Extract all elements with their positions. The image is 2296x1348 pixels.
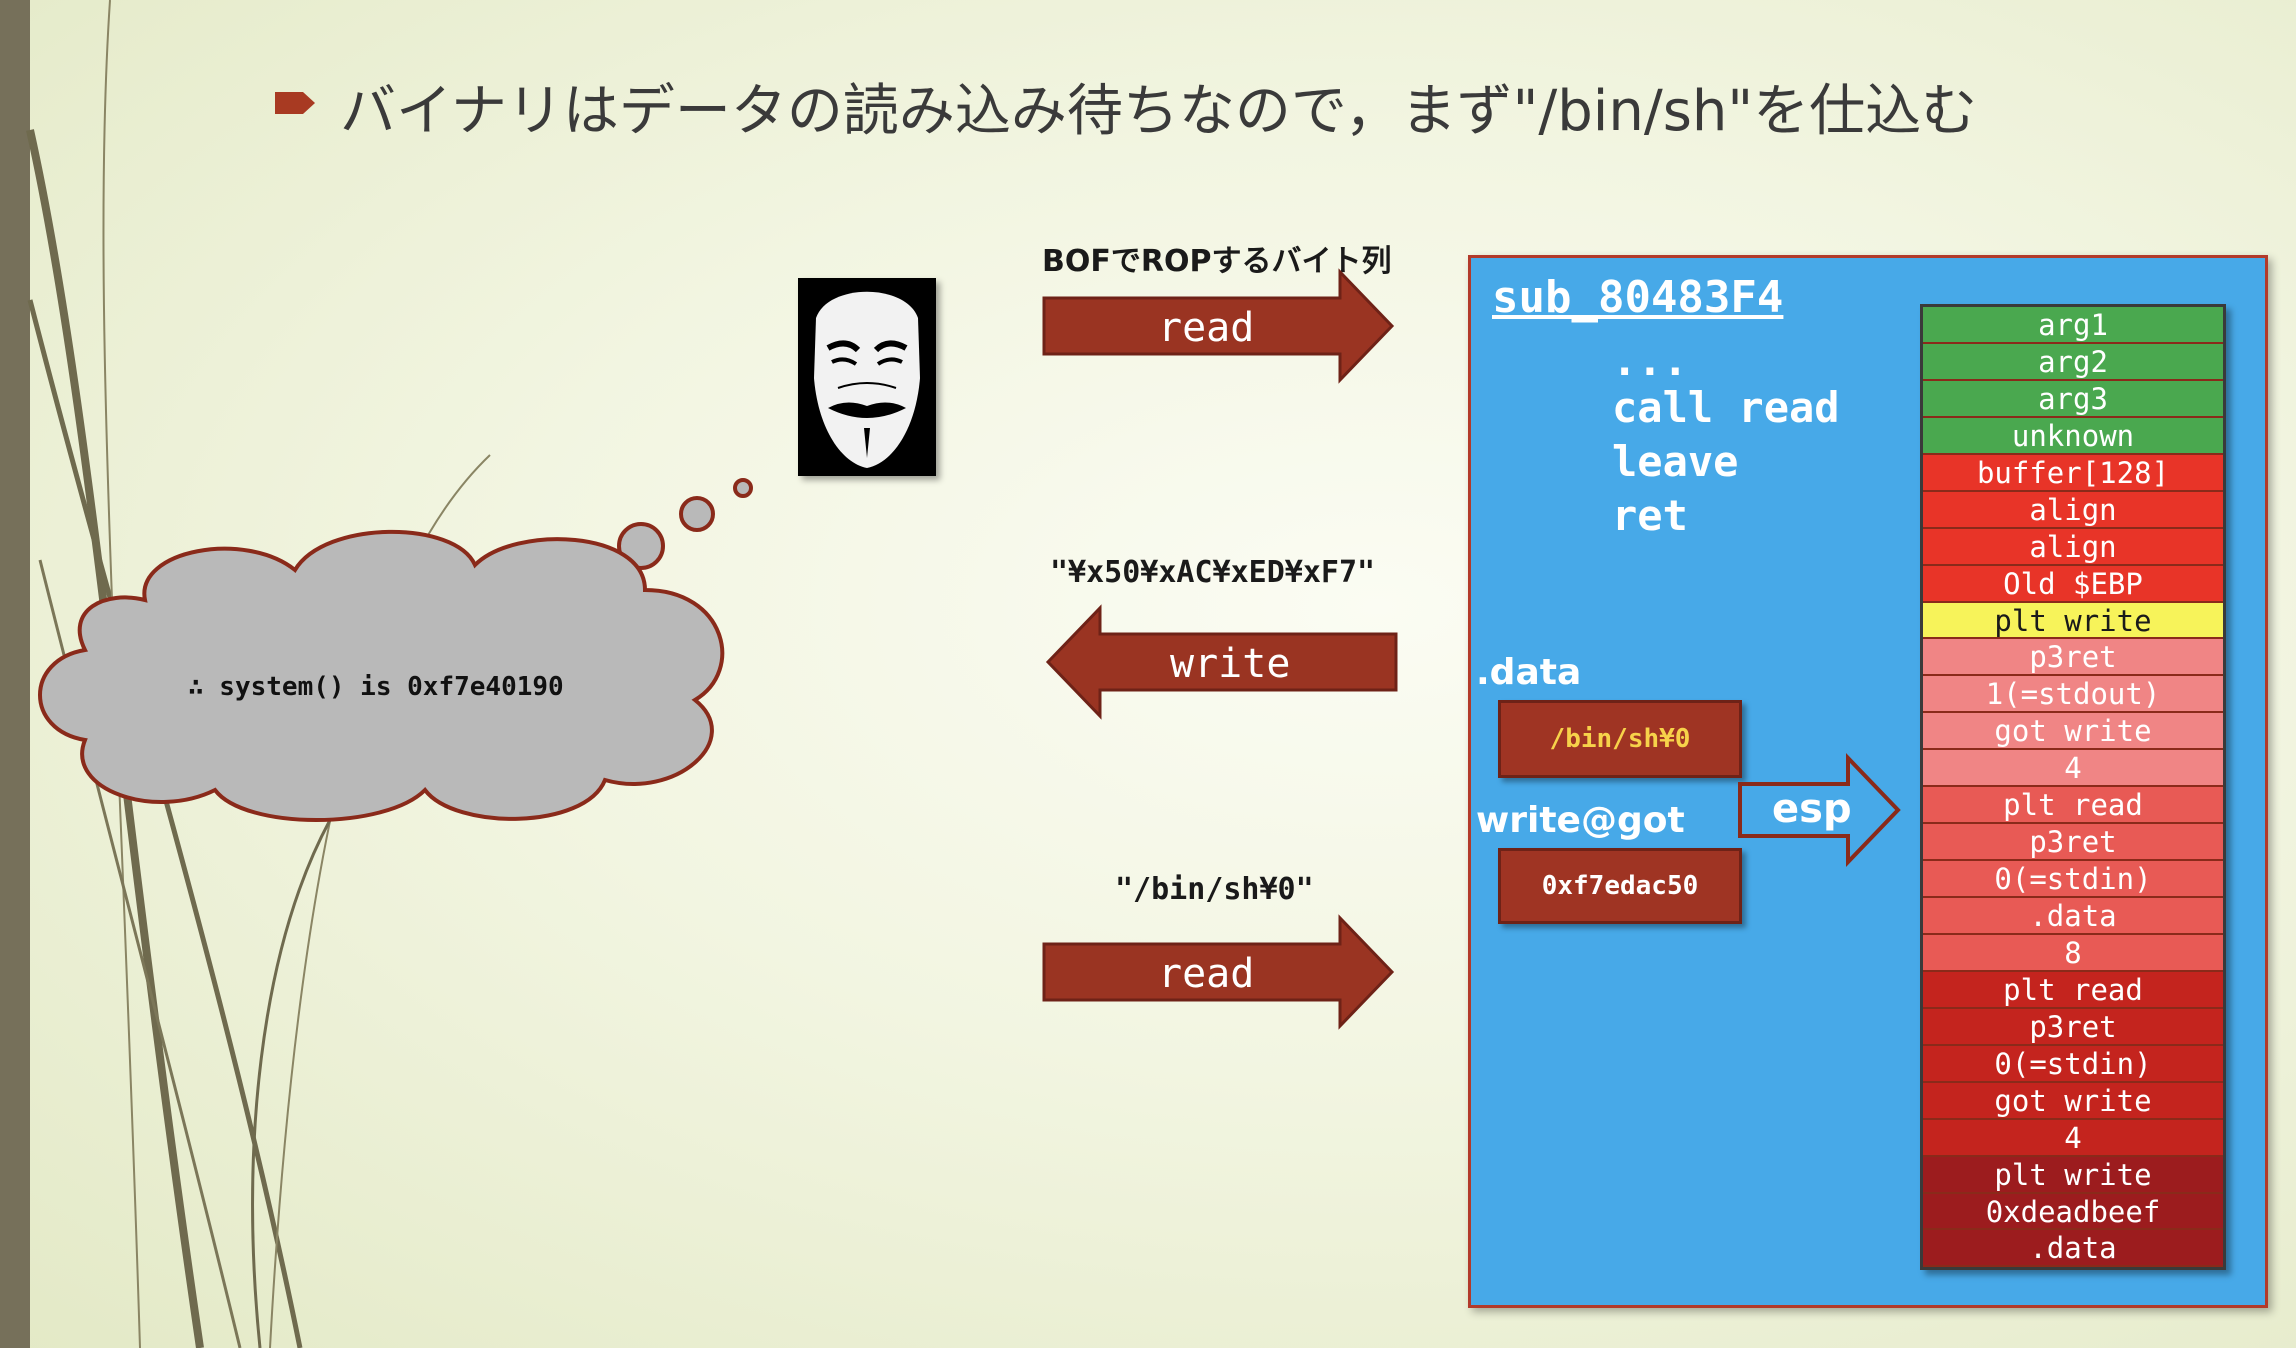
stack-cell: plt read bbox=[1923, 971, 2223, 1009]
data-section-label: .data bbox=[1476, 652, 1582, 693]
read-arrow-label-1: read bbox=[1158, 305, 1255, 351]
esp-label: esp bbox=[1772, 786, 1852, 832]
function-name: sub_80483F4 bbox=[1492, 272, 1784, 323]
stack-cell: unknown bbox=[1923, 417, 2223, 455]
stack-cell: align bbox=[1923, 491, 2223, 529]
stack-cell: arg3 bbox=[1923, 380, 2223, 418]
data-section-value: /bin/sh¥0 bbox=[1498, 700, 1742, 778]
write-arrow-label: write bbox=[1170, 641, 1291, 687]
stack-cell: p3ret bbox=[1923, 1008, 2223, 1046]
stack-cell: buffer[128] bbox=[1923, 454, 2223, 492]
code-line-3: leave bbox=[1612, 437, 1739, 486]
page-title: バイナリはデータの読み込み待ちなので，まず"/bin/sh"を仕込む bbox=[340, 79, 1978, 144]
stack-cell: 8 bbox=[1923, 934, 2223, 972]
stack-cell: got write bbox=[1923, 1082, 2223, 1120]
thought-cloud bbox=[38, 478, 753, 822]
got-section-label: write@got bbox=[1476, 800, 1685, 841]
code-line-4: ret bbox=[1612, 491, 1688, 540]
stack-cell: arg2 bbox=[1923, 343, 2223, 381]
stack-cell: p3ret bbox=[1923, 824, 2223, 862]
flow-label-binsh: "/bin/sh¥0" bbox=[1115, 872, 1314, 907]
stack-cell: 1(=stdout) bbox=[1923, 676, 2223, 714]
thought-text: ∴ system() is 0xf7e40190 bbox=[188, 672, 564, 702]
code-line-1: ... bbox=[1612, 336, 1688, 385]
stack-cell: 4 bbox=[1923, 1119, 2223, 1157]
stack-cell: plt write bbox=[1923, 1156, 2223, 1194]
stack-cell: got write bbox=[1923, 713, 2223, 751]
stack-cell: 0(=stdin) bbox=[1923, 1045, 2223, 1083]
stack-cell: align bbox=[1923, 528, 2223, 566]
read-arrow-label-2: read bbox=[1158, 951, 1255, 997]
stack-cell: Old $EBP bbox=[1923, 565, 2223, 603]
flow-label-leak: "¥x50¥xAC¥xED¥xF7" bbox=[1050, 555, 1376, 590]
stack-cell: 4 bbox=[1923, 750, 2223, 788]
got-section-value: 0xf7edac50 bbox=[1498, 848, 1742, 924]
stack-cell: 0xdeadbeef bbox=[1923, 1193, 2223, 1231]
stack-cell: plt write bbox=[1923, 602, 2223, 640]
code-line-2: call read bbox=[1612, 383, 1840, 432]
stack-cell: .data bbox=[1923, 1230, 2223, 1268]
stack-diagram: arg1 arg2 arg3 unknown buffer[128] align align… bbox=[1920, 304, 2226, 1271]
stack-cell: arg1 bbox=[1923, 307, 2223, 344]
stack-cell: 0(=stdin) bbox=[1923, 861, 2223, 898]
stack-cell: p3ret bbox=[1923, 639, 2223, 677]
stack-cell: .data bbox=[1923, 898, 2223, 935]
bullet-arrow-icon bbox=[275, 92, 315, 114]
stack-cell: plt read bbox=[1923, 787, 2223, 825]
attacker-mask-icon bbox=[798, 278, 936, 476]
